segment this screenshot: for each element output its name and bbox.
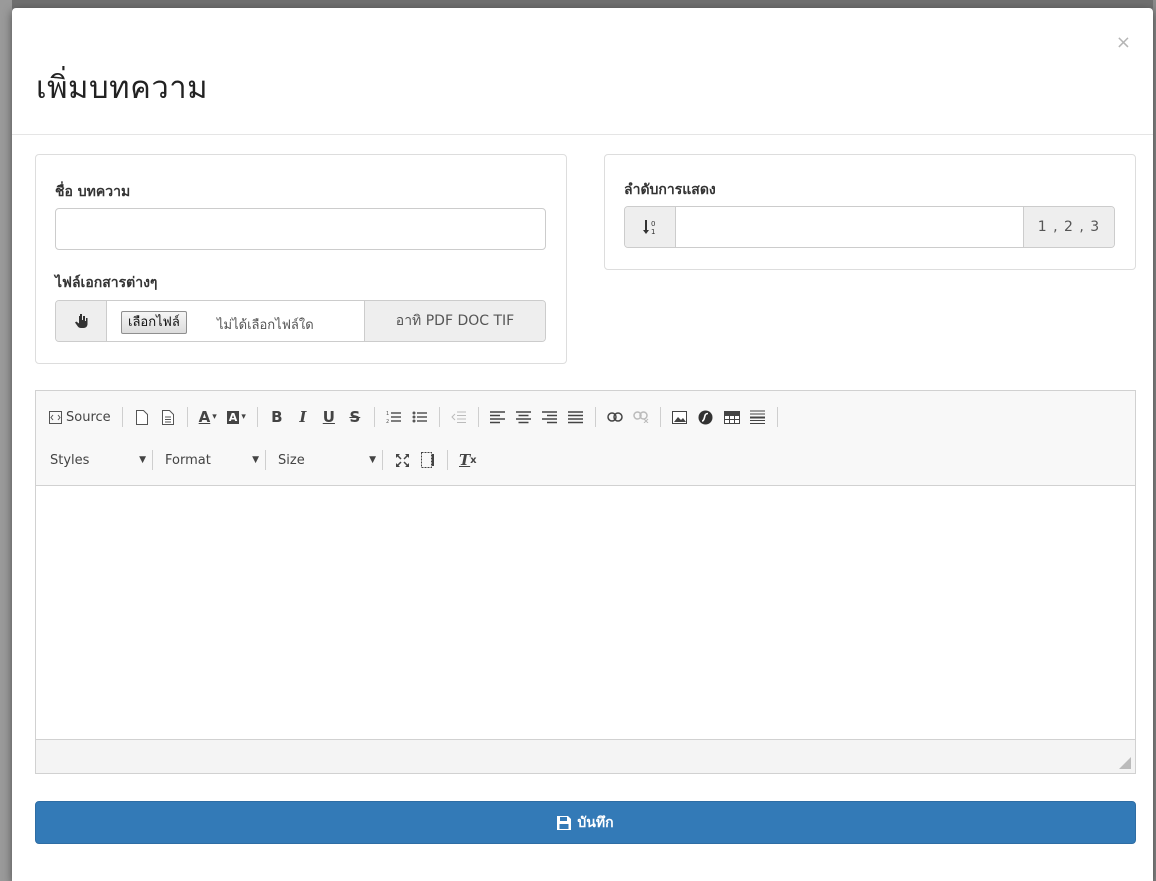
source-label: Source [66, 409, 111, 425]
display-order-input[interactable] [677, 207, 1024, 247]
no-file-text: ไม่ได้เลือกไฟล์ใด [217, 318, 314, 333]
close-button[interactable]: × [1116, 34, 1131, 52]
toolbar-separator [382, 450, 383, 470]
toolbar-separator [477, 407, 479, 427]
size-label: Size [278, 452, 305, 468]
sort-numeric-icon: 0 1 [625, 207, 676, 247]
new-page-icon[interactable] [130, 404, 154, 430]
display-order-hint: 1 , 2 , 3 [1023, 207, 1114, 247]
table-icon[interactable] [720, 404, 744, 430]
bulleted-list-icon[interactable] [408, 404, 432, 430]
article-name-input[interactable] [55, 208, 546, 250]
numbered-list-icon[interactable]: 12 [382, 404, 406, 430]
strike-icon[interactable]: S [343, 404, 367, 430]
horizontal-rule-icon[interactable] [746, 404, 770, 430]
unlink-icon[interactable] [629, 404, 653, 430]
display-order-panel: ลำดับการแสดง 0 1 1 , 2 , 3 [604, 154, 1136, 270]
toolbar-separator [776, 407, 778, 427]
editor-toolbar: Source A ▾ A ▾ B I U S 1 2 Styles ▼ Form… [36, 391, 1135, 486]
editor-status-bar [36, 739, 1135, 773]
floppy-disk-icon [557, 815, 572, 830]
toolbar-separator [373, 407, 375, 427]
italic-icon[interactable]: I [291, 404, 315, 430]
resize-grip-icon[interactable] [1119, 757, 1131, 769]
bold-icon[interactable]: B [265, 404, 289, 430]
maximize-icon[interactable] [390, 447, 414, 473]
toolbar-separator [256, 407, 258, 427]
svg-text:1: 1 [386, 411, 389, 417]
align-right-icon[interactable] [538, 404, 562, 430]
modal-title: เพิ่มบทความ [36, 70, 209, 106]
text-color-icon[interactable]: A ▾ [195, 404, 221, 430]
toolbar-separator [438, 407, 440, 427]
align-center-icon[interactable] [512, 404, 536, 430]
toolbar-separator [186, 407, 188, 427]
display-order-group: 0 1 1 , 2 , 3 [624, 206, 1115, 248]
modal-header: เพิ่มบทความ × [12, 8, 1153, 135]
link-icon[interactable] [603, 404, 627, 430]
toolbar-separator [152, 450, 153, 470]
file-upload-group: เลือกไฟล์ ไม่ได้เลือกไฟล์ใด อาทิ PDF DOC… [55, 300, 546, 342]
outdent-icon[interactable] [447, 404, 471, 430]
toolbar-row-2: Styles ▼ Format ▼ Size ▼ T x [44, 445, 482, 475]
chevron-down-icon: ▼ [252, 455, 259, 465]
choose-file-button[interactable]: เลือกไฟล์ [121, 311, 187, 334]
add-article-modal: เพิ่มบทความ × ชื่อ บทความ ไฟล์เอกสารต่าง… [12, 8, 1153, 881]
save-button[interactable]: บันทึก [35, 801, 1136, 844]
save-label: บันทึก [577, 813, 614, 830]
svg-text:2: 2 [386, 419, 389, 424]
toolbar-row-1: Source A ▾ A ▾ B I U S 1 2 [44, 402, 784, 432]
size-dropdown[interactable]: Size ▼ [272, 447, 376, 473]
files-label: ไฟล์เอกสารต่างๆ [55, 275, 158, 291]
image-icon[interactable] [668, 404, 692, 430]
align-left-icon[interactable] [486, 404, 510, 430]
remove-format-icon[interactable]: Tx [455, 447, 481, 473]
rich-text-editor: Source A ▾ A ▾ B I U S 1 2 Styles ▼ Form… [35, 390, 1136, 774]
article-name-label: ชื่อ บทความ [55, 184, 131, 200]
page-backdrop-top [0, 0, 1156, 8]
bg-color-icon[interactable]: A ▾ [223, 404, 250, 430]
svg-text:0: 0 [651, 220, 655, 228]
chevron-down-icon: ▼ [139, 455, 146, 465]
format-dropdown[interactable]: Format ▼ [159, 447, 259, 473]
toolbar-separator [265, 450, 266, 470]
format-label: Format [165, 452, 211, 468]
toolbar-separator [121, 407, 123, 427]
file-types-hint: อาทิ PDF DOC TIF [364, 301, 545, 341]
styles-dropdown[interactable]: Styles ▼ [44, 447, 146, 473]
source-icon [49, 410, 62, 424]
underline-icon[interactable]: U [317, 404, 341, 430]
toolbar-separator [659, 407, 661, 427]
toolbar-separator [447, 450, 448, 470]
show-blocks-icon[interactable] [416, 447, 440, 473]
article-info-panel: ชื่อ บทความ ไฟล์เอกสารต่างๆ เลือกไฟล์ ไม… [35, 154, 567, 364]
templates-icon[interactable] [156, 404, 180, 430]
svg-text:1: 1 [651, 228, 655, 235]
display-order-label: ลำดับการแสดง [624, 182, 716, 198]
toolbar-separator [594, 407, 596, 427]
justify-icon[interactable] [564, 404, 588, 430]
page-backdrop-strip [0, 0, 12, 881]
upload-hand-icon [56, 301, 107, 341]
editor-content-area[interactable] [36, 487, 1135, 741]
flash-icon[interactable] [694, 404, 718, 430]
chevron-down-icon: ▼ [369, 455, 376, 465]
styles-label: Styles [50, 452, 90, 468]
source-button[interactable]: Source [45, 404, 115, 430]
